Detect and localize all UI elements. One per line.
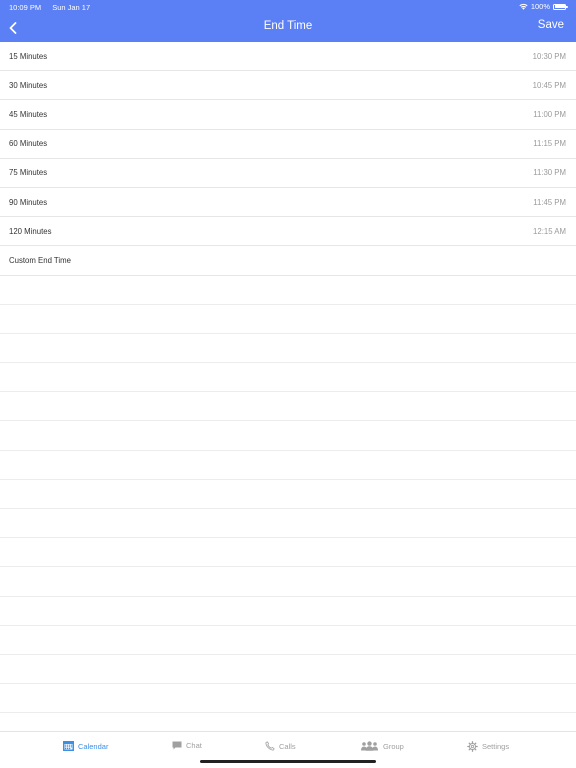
- empty-row: [0, 509, 576, 539]
- home-indicator: [200, 760, 376, 763]
- option-120-minutes[interactable]: 120 Minutes 12:15 AM: [0, 217, 576, 247]
- tab-label-group: Group: [383, 741, 404, 751]
- status-time: 10:09 PM: [9, 3, 42, 12]
- option-15-minutes[interactable]: 15 Minutes 10:30 PM: [0, 42, 576, 72]
- empty-row: [0, 655, 576, 685]
- chat-icon: [172, 741, 182, 750]
- empty-row: [0, 626, 576, 655]
- option-end-time: 11:30 PM: [533, 168, 566, 178]
- empty-row: [0, 451, 576, 480]
- option-60-minutes[interactable]: 60 Minutes 11:15 PM: [0, 130, 576, 159]
- empty-row: [0, 421, 576, 451]
- calendar-icon: [63, 741, 74, 751]
- gear-icon: [467, 741, 478, 752]
- option-label: 90 Minutes: [9, 197, 48, 207]
- wifi-icon: [519, 3, 528, 10]
- option-label: 120 Minutes: [9, 226, 52, 236]
- battery-percent: 100%: [530, 2, 550, 11]
- end-time-list: 15 Minutes 10:30 PM 30 Minutes 10:45 PM …: [0, 42, 576, 714]
- option-label: 60 Minutes: [9, 139, 48, 149]
- tab-label-settings: Settings: [482, 742, 510, 751]
- battery-icon: [553, 3, 568, 10]
- tab-chat[interactable]: Chat: [172, 741, 202, 750]
- phone-icon: [265, 741, 275, 751]
- navigation-bar: End Time Save: [0, 14, 576, 42]
- option-end-time: 11:00 PM: [533, 109, 566, 119]
- empty-row: [0, 480, 576, 509]
- option-end-time: 10:30 PM: [532, 51, 566, 61]
- empty-row: [0, 684, 576, 714]
- empty-row: [0, 363, 576, 393]
- option-custom-end-time[interactable]: Custom End Time: [0, 246, 576, 276]
- option-end-time: 10:45 PM: [532, 80, 566, 90]
- option-label: Custom End Time: [9, 255, 71, 265]
- empty-row: [0, 567, 576, 597]
- status-bar: 10:09 PM Sun Jan 17 100%: [0, 0, 576, 14]
- tab-settings[interactable]: Settings: [467, 741, 509, 752]
- empty-row: [0, 538, 576, 568]
- page-title: End Time: [263, 20, 313, 32]
- group-icon: [361, 741, 378, 751]
- option-90-minutes[interactable]: 90 Minutes 11:45 PM: [0, 188, 576, 218]
- option-end-time: 11:45 PM: [533, 197, 566, 207]
- header-bar: 10:09 PM Sun Jan 17 100% End Time Save: [0, 0, 576, 42]
- tab-calendar[interactable]: Calendar: [63, 741, 108, 751]
- empty-row: [0, 276, 576, 305]
- option-75-minutes[interactable]: 75 Minutes 11:30 PM: [0, 159, 576, 188]
- tab-group[interactable]: Group: [360, 741, 404, 751]
- tab-calls[interactable]: Calls: [265, 741, 296, 751]
- tab-label-calls: Calls: [279, 741, 296, 751]
- empty-row: [0, 597, 576, 626]
- option-end-time: 11:15 PM: [533, 139, 566, 149]
- option-30-minutes[interactable]: 30 Minutes 10:45 PM: [0, 71, 576, 101]
- option-45-minutes[interactable]: 45 Minutes 11:00 PM: [0, 100, 576, 130]
- option-label: 15 Minutes: [9, 51, 48, 61]
- empty-row: [0, 334, 576, 364]
- tab-label-calendar: Calendar: [78, 741, 109, 751]
- save-button[interactable]: Save: [538, 19, 564, 31]
- option-label: 45 Minutes: [9, 109, 48, 119]
- option-label: 75 Minutes: [9, 168, 48, 178]
- option-label: 30 Minutes: [9, 80, 48, 90]
- tab-label-chat: Chat: [186, 741, 202, 750]
- empty-row: [0, 305, 576, 334]
- option-end-time: 12:15 AM: [533, 226, 566, 236]
- empty-row: [0, 392, 576, 422]
- status-date: Sun Jan 17: [52, 3, 91, 12]
